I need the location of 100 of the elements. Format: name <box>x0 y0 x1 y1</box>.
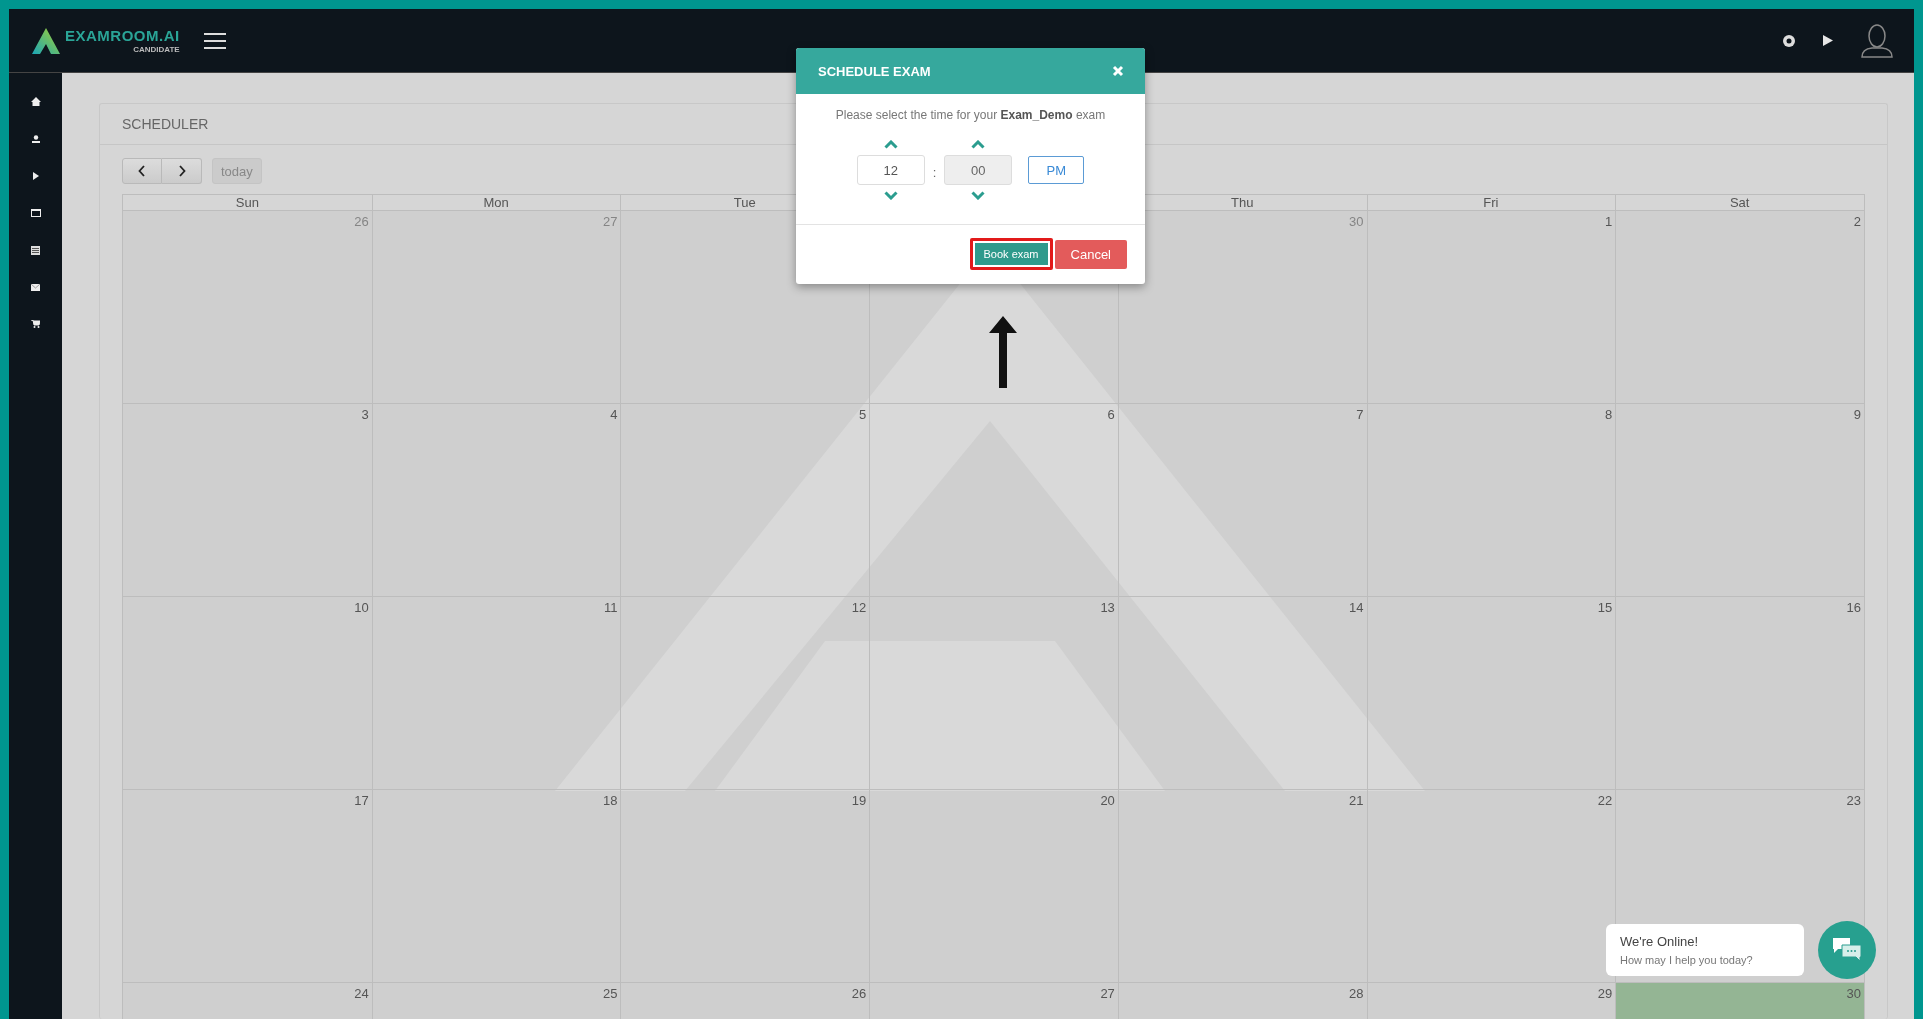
day-cell[interactable]: 30 <box>1615 983 1864 1019</box>
weekday-header: Thu <box>1231 195 1254 210</box>
day-number: 22 <box>1597 793 1613 808</box>
day-number: 26 <box>851 986 867 1001</box>
time-separator: : <box>932 163 937 180</box>
day-cell[interactable]: 7 <box>1117 404 1367 596</box>
day-cell[interactable]: 19 <box>620 790 870 982</box>
day-number: 10 <box>354 600 369 615</box>
day-cell[interactable]: 4 <box>371 404 621 596</box>
arrow-annotation <box>988 316 1018 388</box>
day-number: 19 <box>851 793 867 808</box>
day-cell[interactable]: 12 <box>620 597 870 789</box>
panel-title: SCHEDULER <box>122 116 209 132</box>
logo-text: EXAMROOM.AI <box>65 27 180 43</box>
day-number: 14 <box>1349 600 1364 615</box>
day-cell[interactable]: 9 <box>1615 404 1864 596</box>
day-cell[interactable]: 10 <box>123 597 372 789</box>
day-cell[interactable]: 6 <box>869 404 1118 596</box>
dialog-message: Please select the time for your Exam_Demo exam <box>835 108 1106 122</box>
day-cell[interactable]: 17 <box>123 790 372 982</box>
day-number: 29 <box>1597 986 1613 1001</box>
weekday-header: Sun <box>235 195 259 210</box>
day-number: 16 <box>1846 600 1861 615</box>
user-icon[interactable] <box>31 135 40 143</box>
day-number: 1 <box>1605 214 1613 229</box>
list-icon[interactable] <box>31 246 40 255</box>
next-button[interactable] <box>162 158 202 184</box>
chat-subtitle: How may I help you today? <box>1620 954 1754 966</box>
cart-icon[interactable] <box>31 320 40 328</box>
day-cell[interactable]: 24 <box>123 983 372 1019</box>
day-number: 18 <box>602 793 618 808</box>
period-toggle-button[interactable]: PM <box>1028 156 1085 184</box>
globe-icon[interactable] <box>1782 33 1796 48</box>
play-icon[interactable] <box>1822 34 1834 47</box>
chevron-up-icon[interactable] <box>883 140 898 149</box>
chat-greeting-tooltip[interactable]: We're Online! How may I help you today? <box>1606 924 1804 976</box>
close-icon[interactable] <box>1112 65 1124 77</box>
day-cell[interactable]: 3 <box>123 404 372 596</box>
day-number: 11 <box>603 600 618 615</box>
day-cell[interactable]: 18 <box>371 790 621 982</box>
chevron-up-icon[interactable] <box>971 140 986 149</box>
play-icon[interactable] <box>32 172 39 180</box>
chevron-down-icon[interactable] <box>883 191 898 200</box>
chat-icon <box>1832 937 1862 963</box>
day-number: 26 <box>354 214 369 229</box>
weekday-header: Mon <box>483 195 509 210</box>
day-number: 15 <box>1597 600 1613 615</box>
dialog-title: SCHEDULE EXAM <box>818 63 931 79</box>
calendar-icon[interactable] <box>30 209 41 217</box>
day-cell[interactable]: 8 <box>1366 404 1616 596</box>
day-number: 24 <box>354 986 369 1001</box>
cancel-button[interactable]: Cancel <box>1054 239 1127 269</box>
day-number: 30 <box>1349 214 1364 229</box>
weekday-header: Tue <box>733 195 756 210</box>
chevron-right-icon <box>177 165 186 177</box>
day-cell[interactable]: 14 <box>1117 597 1367 789</box>
day-number: 25 <box>602 986 618 1001</box>
day-cell[interactable]: 27 <box>869 983 1118 1019</box>
weekday-header: Fri <box>1483 195 1499 210</box>
day-cell[interactable]: 16 <box>1615 597 1864 789</box>
weekday-header: Sat <box>1729 195 1750 210</box>
day-number: 17 <box>354 793 369 808</box>
day-cell[interactable]: 11 <box>371 597 621 789</box>
day-cell[interactable]: 25 <box>371 983 621 1019</box>
day-number: 20 <box>1100 793 1115 808</box>
logo-subtext: CANDIDATE <box>133 45 180 54</box>
day-cell[interactable]: 15 <box>1366 597 1616 789</box>
day-cell[interactable]: 21 <box>1117 790 1367 982</box>
day-cell[interactable]: 26 <box>620 983 870 1019</box>
day-number: 7 <box>1356 407 1364 422</box>
day-cell[interactable]: 20 <box>869 790 1118 982</box>
day-number: 27 <box>1100 986 1115 1001</box>
day-number: 4 <box>610 407 618 422</box>
day-number: 28 <box>1349 986 1364 1001</box>
day-cell[interactable]: 13 <box>869 597 1118 789</box>
book-exam-button[interactable]: Book exam <box>974 243 1048 265</box>
previous-button[interactable] <box>122 158 162 184</box>
day-number: 21 <box>1349 793 1364 808</box>
home-icon[interactable] <box>30 97 41 106</box>
day-number: 5 <box>858 407 867 422</box>
day-number: 9 <box>1853 407 1861 422</box>
day-cell[interactable]: 28 <box>1117 983 1367 1019</box>
day-cell[interactable]: 1 <box>1366 211 1616 403</box>
chevron-left-icon <box>138 165 146 177</box>
day-number: 12 <box>851 600 867 615</box>
day-number: 27 <box>602 214 618 229</box>
menu-icon[interactable] <box>203 32 226 49</box>
day-number: 13 <box>1100 600 1115 615</box>
logo-icon <box>31 26 61 55</box>
chat-title: We're Online! <box>1620 934 1700 949</box>
day-number: 3 <box>361 407 369 422</box>
day-cell[interactable]: 2 <box>1615 211 1864 403</box>
day-number: 30 <box>1846 986 1861 1001</box>
day-cell[interactable]: 5 <box>620 404 870 596</box>
chevron-down-icon[interactable] <box>971 191 986 200</box>
day-number: 23 <box>1846 793 1861 808</box>
day-number: 2 <box>1853 214 1861 229</box>
day-number: 8 <box>1605 407 1613 422</box>
hour-field[interactable]: 12 <box>856 155 925 185</box>
day-number: 6 <box>1107 407 1115 422</box>
